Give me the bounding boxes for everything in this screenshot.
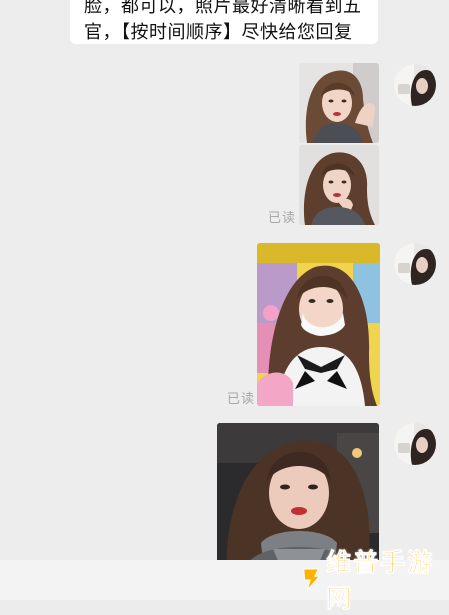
- sent-photo-1b[interactable]: [299, 145, 379, 225]
- watermark-logo-icon: [303, 568, 321, 591]
- message-line-1: 脸，都可以，照片最好清晰看到五: [84, 0, 362, 17]
- read-status: 已读: [268, 211, 297, 226]
- sent-photo-2[interactable]: [257, 243, 380, 406]
- avatar-image: [394, 423, 436, 465]
- user-avatar[interactable]: [394, 243, 436, 285]
- avatar-image: [394, 243, 436, 285]
- selfie-image: [299, 145, 379, 225]
- incoming-text-message[interactable]: 脸，都可以，照片最好清晰看到五 官，【按时间顺序】尽快给您回复: [70, 0, 378, 44]
- chat-area: 脸，都可以，照片最好清晰看到五 官，【按时间顺序】尽快给您回复 已读 已读 维普…: [0, 0, 449, 613]
- read-status: 已读: [227, 392, 256, 407]
- watermark: 维普手游网: [302, 548, 449, 613]
- selfie-image: [299, 63, 379, 143]
- watermark-text: 维普手游网: [326, 548, 435, 614]
- selfie-image: [257, 243, 380, 406]
- user-avatar[interactable]: [394, 64, 436, 106]
- avatar-image: [394, 64, 436, 106]
- user-avatar[interactable]: [394, 423, 436, 465]
- message-line-2: 官，【按时间顺序】尽快给您回复: [84, 22, 353, 43]
- sent-photo-1a[interactable]: [299, 63, 379, 143]
